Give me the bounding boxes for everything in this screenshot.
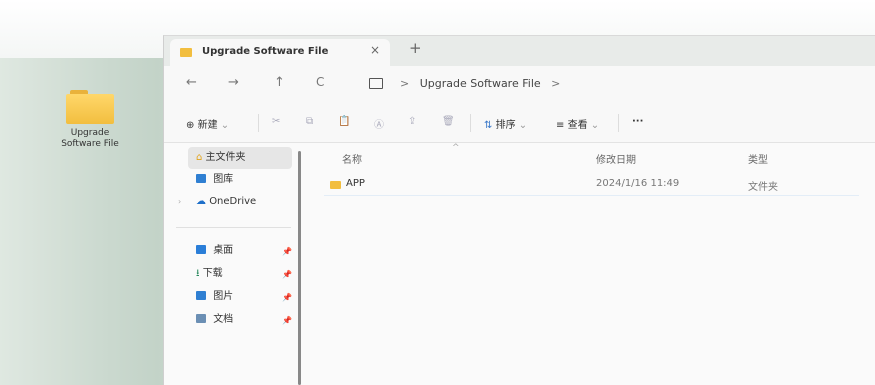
forward-arrow-icon[interactable]: → (228, 75, 239, 90)
view-label: 查看 (567, 120, 588, 131)
chevron-down-icon: ⌄ (590, 120, 600, 131)
cut-icon[interactable]: ✂ (272, 116, 280, 127)
table-row[interactable] (324, 175, 859, 196)
file-list: 名称 ^ 修改日期 类型 APP 2024/1/16 11:49 文件夹 (324, 143, 875, 385)
more-options-button[interactable]: ··· (632, 116, 643, 127)
view-lines-icon: ≡ (556, 120, 565, 131)
sidebar-item-pictures[interactable]: 图片 (196, 287, 233, 307)
sidebar-item-desktop[interactable]: 桌面 (196, 241, 233, 261)
home-icon: ⌂ (196, 152, 203, 163)
breadcrumb-chevron-icon: > (400, 77, 410, 90)
folder-icon (66, 90, 114, 124)
file-name[interactable]: APP (346, 178, 365, 189)
command-bar: ⊕ 新建 ⌄ ✂ ⧉ 📋 Ⓐ ⇪ 🗑 ⇅ 排序 ⌄ ≡ 查看 ⌄ ··· (164, 104, 875, 143)
folder-icon (180, 48, 192, 57)
refresh-icon[interactable]: C (316, 75, 324, 89)
sort-label: 排序 (495, 120, 516, 131)
breadcrumb: > Upgrade Software File > (400, 77, 560, 90)
document-icon (196, 314, 206, 323)
copy-icon[interactable]: ⧉ (306, 116, 313, 127)
column-header-type[interactable]: 类型 (748, 151, 768, 166)
chevron-down-icon: ⌄ (220, 120, 230, 131)
paste-icon[interactable]: 📋 (338, 116, 350, 127)
new-tab-button[interactable]: + (409, 39, 422, 57)
chevron-down-icon: ⌄ (518, 120, 528, 131)
sidebar-item-onedrive[interactable]: › ☁ OneDrive (178, 192, 256, 212)
new-button[interactable]: ⊕ 新建 ⌄ (186, 116, 229, 131)
back-arrow-icon[interactable]: ← (186, 75, 197, 90)
cloud-icon: ☁ (196, 196, 206, 207)
monitor-icon[interactable] (369, 78, 383, 89)
sidebar-divider (176, 227, 291, 228)
pin-icon[interactable]: 📌 (282, 270, 292, 279)
content-area: ⌂ 主文件夹 图库 › ☁ OneDrive 桌面 📌 ⭳ 下载 📌 图片 📌 … (164, 143, 875, 385)
download-icon: ⭳ (196, 268, 200, 279)
pin-icon[interactable]: 📌 (282, 247, 292, 256)
sidebar-item-gallery[interactable]: 图库 (196, 170, 233, 190)
address-bar: ← → ↑ C > Upgrade Software File > (164, 66, 875, 104)
sidebar-scrollbar[interactable] (298, 151, 301, 385)
gallery-icon (196, 174, 206, 183)
plus-circle-icon: ⊕ (186, 120, 195, 131)
pin-icon[interactable]: 📌 (282, 316, 292, 325)
delete-icon[interactable]: 🗑 (442, 116, 455, 127)
up-arrow-icon[interactable]: ↑ (274, 75, 285, 90)
tab-title: Upgrade Software File (202, 46, 329, 57)
navigation-pane: ⌂ 主文件夹 图库 › ☁ OneDrive 桌面 📌 ⭳ 下载 📌 图片 📌 … (164, 143, 301, 385)
desktop-icon (196, 245, 206, 254)
share-icon[interactable]: ⇪ (408, 116, 416, 127)
desktop-icon-label: Upgrade Software File (61, 128, 119, 149)
sidebar-item-documents[interactable]: 文档 (196, 310, 233, 330)
file-type: 文件夹 (748, 182, 778, 193)
column-header-date[interactable]: 修改日期 (596, 151, 636, 166)
folder-icon (330, 181, 341, 189)
breadcrumb-item-upgrade-software-file[interactable]: Upgrade Software File (420, 77, 541, 90)
breadcrumb-chevron-icon[interactable]: > (551, 77, 560, 90)
view-button[interactable]: ≡ 查看 ⌄ (556, 116, 599, 131)
file-date: 2024/1/16 11:49 (596, 178, 680, 189)
pin-icon[interactable]: 📌 (282, 293, 292, 302)
sort-indicator-icon: ^ (452, 143, 460, 153)
file-explorer-window: Upgrade Software File × + ← → ↑ C > Upgr… (163, 35, 875, 385)
sidebar-item-home[interactable]: ⌂ 主文件夹 (196, 148, 246, 168)
desktop-folder-upgrade-software-file[interactable]: Upgrade Software File (50, 90, 130, 150)
new-label: 新建 (197, 120, 218, 131)
sidebar-item-downloads[interactable]: ⭳ 下载 (196, 264, 223, 284)
tab-bar: Upgrade Software File × + (164, 36, 875, 66)
sort-button[interactable]: ⇅ 排序 ⌄ (484, 116, 527, 131)
tab-upgrade-software-file[interactable]: Upgrade Software File × (170, 39, 390, 66)
pictures-icon (196, 291, 206, 300)
close-tab-button[interactable]: × (370, 43, 380, 57)
column-header-name[interactable]: 名称 (342, 151, 362, 166)
sort-icon: ⇅ (484, 120, 493, 131)
rename-icon[interactable]: Ⓐ (374, 116, 384, 131)
expand-chevron-icon[interactable]: › (178, 192, 181, 212)
